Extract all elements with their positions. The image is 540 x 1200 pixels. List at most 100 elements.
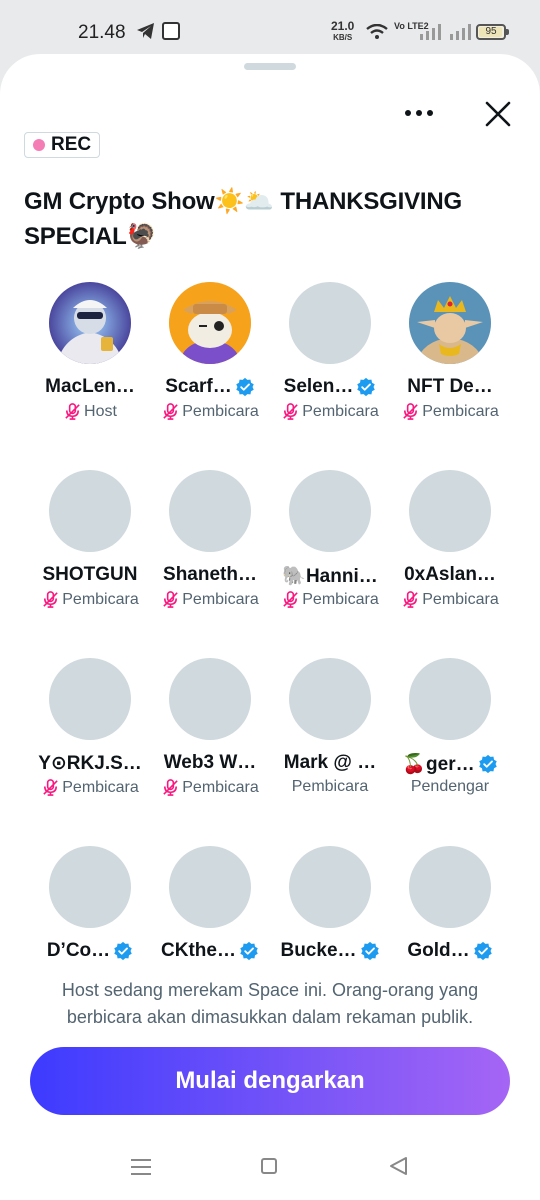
avatar[interactable]: [169, 846, 251, 928]
avatar[interactable]: [49, 658, 131, 740]
recording-dot-icon: [33, 139, 45, 151]
participant-role: Host: [84, 402, 117, 420]
more-horizontal-icon: [405, 110, 411, 116]
participant-name: 🐘Hanni…: [282, 566, 378, 587]
avatar[interactable]: [289, 282, 371, 364]
mic-off-icon: [163, 779, 178, 796]
avatar[interactable]: [49, 470, 131, 552]
participant-name: Bucke…: [280, 940, 357, 961]
participant-role: Pembicara: [302, 590, 379, 608]
avatar[interactable]: [409, 658, 491, 740]
participant-name-row: Selen…: [270, 376, 390, 398]
participant-role-row: Pembicara: [270, 590, 390, 609]
participant-name-row: Shaneth…: [150, 564, 270, 586]
avatar[interactable]: [409, 282, 491, 364]
status-bar: 21.48 21.0 KB/S Vo LTE2 95: [0, 0, 540, 60]
participant-card[interactable]: SHOTGUN Pembicara: [30, 470, 150, 658]
participant-name: D’Co…: [46, 940, 111, 961]
participant-card[interactable]: MacLen… Host: [30, 282, 150, 470]
mic-off-icon: [43, 591, 58, 608]
participant-name: SHOTGUN: [42, 564, 138, 585]
participant-role-row: Pembicara: [270, 778, 390, 796]
telegram-icon: [137, 23, 154, 39]
participant-name: Y⊙RKJ.S…: [38, 753, 142, 774]
participant-name-row: Scarf…: [150, 376, 270, 398]
mic-off-icon: [403, 403, 418, 420]
home-icon[interactable]: [261, 1158, 277, 1174]
more-options-button[interactable]: [396, 98, 442, 128]
participant-card[interactable]: 🐘Hanni… Pembicara: [270, 470, 390, 658]
participant-role: Pembicara: [182, 778, 259, 796]
participant-role: Pembicara: [62, 778, 139, 796]
close-icon: [485, 101, 511, 127]
participant-name-row: 🐘Hanni…: [270, 564, 390, 588]
participant-name-row: MacLen…: [30, 376, 150, 398]
space-sheet: REC GM Crypto Show☀️🌥️ THANKSGIVING SPEC…: [0, 54, 540, 1200]
close-button[interactable]: [478, 94, 518, 134]
participant-name-row: 🍒ger…: [390, 752, 510, 776]
avatar[interactable]: [289, 846, 371, 928]
mic-off-icon: [43, 779, 58, 796]
wifi-icon: [366, 24, 388, 39]
participant-role: Pembicara: [291, 778, 369, 795]
participant-name: Mark @ …: [283, 752, 377, 773]
participant-role-row: Pembicara: [30, 590, 150, 609]
avatar[interactable]: [289, 470, 371, 552]
participant-name: Gold…: [407, 940, 470, 961]
signal-icon: [420, 24, 441, 40]
participant-role: Pembicara: [302, 402, 379, 420]
avatar[interactable]: [169, 282, 251, 364]
participant-name: Shaneth…: [163, 564, 257, 585]
participant-name-row: Web3 W…: [150, 752, 270, 774]
participant-name-row: Mark @ …: [270, 752, 390, 774]
participant-card[interactable]: Web3 W… Pembicara: [150, 658, 270, 846]
avatar[interactable]: [49, 846, 131, 928]
recent-apps-icon[interactable]: [131, 1158, 151, 1176]
participants-grid: MacLen… Host Scarf… Pembicara Selen… Pembicar…: [30, 282, 510, 1034]
participant-name-row: CKthe…: [150, 940, 270, 962]
space-title: GM Crypto Show☀️🌥️ THANKSGIVING SPECIAL🦃: [24, 188, 462, 250]
avatar[interactable]: [409, 846, 491, 928]
participant-role-row: Pembicara: [30, 778, 150, 797]
participant-role-row: Pembicara: [270, 402, 390, 421]
battery-level: 95: [485, 26, 497, 37]
participant-card[interactable]: Y⊙RKJ.S… Pembicara: [30, 658, 150, 846]
battery-icon: 95: [476, 24, 509, 40]
avatar[interactable]: [169, 658, 251, 740]
participant-role-row: Pembicara: [150, 402, 270, 421]
participant-role: Pembicara: [62, 590, 139, 608]
participant-role-row: Host: [30, 402, 150, 421]
sheet-grabber[interactable]: [244, 63, 296, 70]
participant-card[interactable]: 🍒ger… Pendengar: [390, 658, 510, 846]
status-time: 21.48: [78, 22, 126, 43]
participant-card[interactable]: Shaneth… Pembicara: [150, 470, 270, 658]
participant-name: Scarf…: [165, 376, 232, 397]
mic-off-icon: [65, 403, 80, 420]
participant-role: Pembicara: [422, 590, 499, 608]
back-icon[interactable]: [388, 1156, 408, 1176]
start-listening-button[interactable]: Mulai dengarkan: [30, 1047, 510, 1115]
participant-card[interactable]: NFT De… Pembicara: [390, 282, 510, 470]
participant-card[interactable]: Scarf… Pembicara: [150, 282, 270, 470]
participant-role-row: Pembicara: [390, 590, 510, 609]
avatar[interactable]: [409, 470, 491, 552]
verified-badge-icon: [114, 941, 132, 961]
verified-badge-icon: [357, 377, 376, 397]
avatar[interactable]: [169, 470, 251, 552]
participant-name-row: Bucke…: [270, 940, 390, 962]
participant-card[interactable]: Mark @ … Pembicara: [270, 658, 390, 846]
participant-name-row: NFT De…: [390, 376, 510, 398]
verified-badge-icon: [240, 941, 258, 961]
participant-name-row: SHOTGUN: [30, 564, 150, 586]
verified-badge-icon: [360, 941, 379, 961]
participant-role: Pendengar: [410, 778, 490, 795]
avatar[interactable]: [49, 282, 131, 364]
participant-role: Pembicara: [422, 402, 499, 420]
participant-card[interactable]: Selen… Pembicara: [270, 282, 390, 470]
mic-off-icon: [163, 591, 178, 608]
verified-badge-icon: [473, 941, 492, 961]
avatar[interactable]: [289, 658, 371, 740]
participant-card[interactable]: 0xAslan… Pembicara: [390, 470, 510, 658]
mic-off-icon: [283, 591, 298, 608]
participant-role-row: Pembicara: [390, 402, 510, 421]
